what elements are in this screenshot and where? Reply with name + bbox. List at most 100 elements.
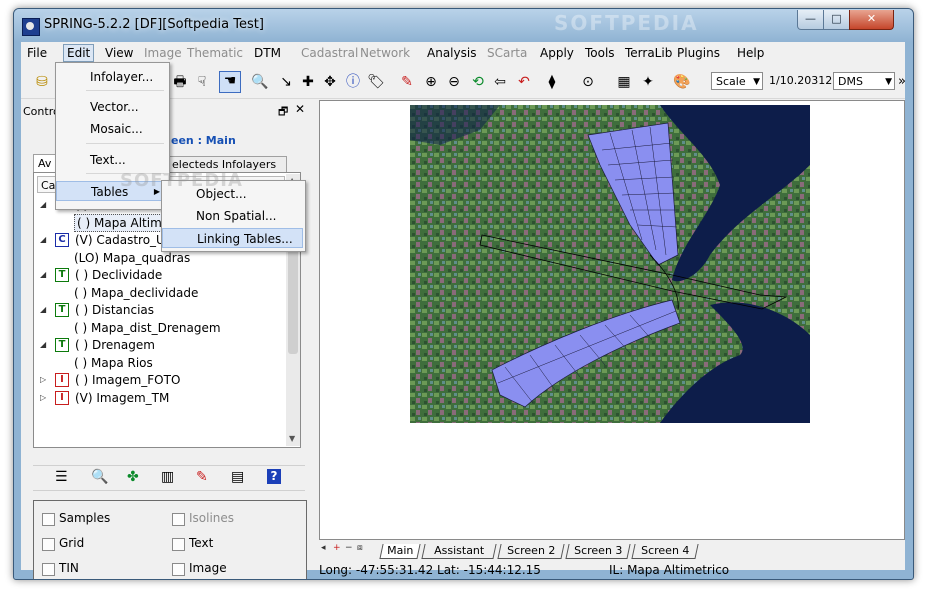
print-icon[interactable]: 🖶 xyxy=(171,73,189,91)
tab-assistant[interactable]: Assistant xyxy=(421,544,497,559)
display-options: Samples Isolines Grid Text TIN Image xyxy=(33,500,307,579)
expander-icon[interactable]: ◢ xyxy=(40,267,46,283)
tab-main[interactable]: Main xyxy=(379,544,421,559)
expander-icon[interactable]: ▷ xyxy=(40,372,46,388)
scroll-down-icon[interactable]: ▼ xyxy=(289,434,295,443)
tree-item[interactable]: ( ) Mapa_dist_Drenagem xyxy=(34,320,284,336)
float-panel-icon[interactable]: 🗗 xyxy=(278,103,288,122)
back-icon[interactable]: ⇦ xyxy=(491,73,509,91)
menu-network[interactable]: Network xyxy=(360,45,410,61)
table-icon[interactable]: ▤ xyxy=(231,469,244,485)
status-active-layer: IL: Mapa Altimetrico xyxy=(609,563,730,577)
menu-item-text[interactable]: Text... xyxy=(56,150,167,170)
checkbox-grid[interactable] xyxy=(42,538,55,551)
submenu-item-nonspatial[interactable]: Non Spatial... xyxy=(162,206,303,226)
measure-icon[interactable]: ⊙ xyxy=(579,73,597,91)
menu-cadastral[interactable]: Cadastral xyxy=(301,45,358,61)
menu-help[interactable]: Help xyxy=(737,45,764,61)
expander-icon[interactable]: ▷ xyxy=(40,390,46,406)
menu-item-label: Vector... xyxy=(90,100,139,114)
screen-list-icon[interactable]: ⧈ xyxy=(357,543,363,553)
tree-item-label: (V) Cadastro_U xyxy=(75,233,165,247)
menu-thematic[interactable]: Thematic xyxy=(187,45,243,61)
submenu-item-linkingtables[interactable]: Linking Tables... xyxy=(162,228,303,248)
zoom-in-icon[interactable]: ⊕ xyxy=(422,73,440,91)
scroll-thumb[interactable] xyxy=(288,244,298,354)
checkbox-samples[interactable] xyxy=(42,513,55,526)
tab-screen-3[interactable]: Screen 3 xyxy=(565,544,631,559)
menu-item-vector[interactable]: Vector... xyxy=(56,97,167,117)
tree-item[interactable]: ◢ T ( ) Distancias xyxy=(34,302,284,318)
menu-edit[interactable]: Edit xyxy=(63,44,95,62)
tag-icon[interactable]: 🏷 xyxy=(367,73,385,91)
menu-plugins[interactable]: Plugins xyxy=(677,45,720,61)
menu-analysis[interactable]: Analysis xyxy=(427,45,476,61)
menu-item-label: Mosaic... xyxy=(90,122,143,136)
zoom-layer-icon[interactable]: 🔍 xyxy=(91,469,108,485)
close-button[interactable]: ✕ xyxy=(849,10,894,30)
zoom-icon[interactable]: 🔍 xyxy=(251,73,269,91)
toolbar-overflow-button[interactable]: » xyxy=(898,74,906,89)
expander-icon[interactable]: ◢ xyxy=(40,197,46,213)
navigate-icon[interactable]: ⧫ xyxy=(543,73,561,91)
select-icon[interactable]: ☚ xyxy=(219,71,241,93)
menu-apply[interactable]: Apply xyxy=(540,45,574,61)
menu-terralib[interactable]: TerraLib xyxy=(625,45,672,61)
tree-item-label: (V) Imagem_TM xyxy=(75,390,170,405)
close-panel-icon[interactable]: ✕ xyxy=(295,102,305,116)
pointer-arrow-icon[interactable]: ↘ xyxy=(277,73,295,91)
scale-mode-select[interactable]: Scale ▼ xyxy=(711,72,763,90)
cursor-star-icon[interactable]: ✦ xyxy=(639,73,657,91)
list-icon[interactable]: ☰ xyxy=(55,469,68,485)
menu-tools[interactable]: Tools xyxy=(585,45,615,61)
minimize-button[interactable]: — xyxy=(797,10,824,30)
menu-scarta[interactable]: SCarta xyxy=(487,45,527,61)
tree-item[interactable]: ( ) Mapa_declividade xyxy=(34,285,284,301)
menu-view[interactable]: View xyxy=(105,45,133,61)
database-icon[interactable]: ⛁ xyxy=(33,73,51,91)
tab-screen-2[interactable]: Screen 2 xyxy=(497,544,565,559)
expander-icon[interactable]: ◢ xyxy=(40,337,46,353)
move-icon[interactable]: ✥ xyxy=(321,73,339,91)
checkbox-image[interactable] xyxy=(172,563,185,576)
map-canvas[interactable] xyxy=(319,100,905,540)
menu-dtm[interactable]: DTM xyxy=(254,45,281,61)
zoom-area-icon[interactable]: ⟲ xyxy=(469,73,487,91)
coord-format-select[interactable]: DMS ▼ xyxy=(833,72,895,90)
menu-file[interactable]: File xyxy=(27,45,47,61)
tree-item[interactable]: ◢ T ( ) Declividade xyxy=(34,267,284,283)
tree-item[interactable]: ( ) Mapa Rios xyxy=(34,355,284,371)
grid-icon[interactable]: ▦ xyxy=(615,73,633,91)
tree-item[interactable]: ◢ T ( ) Drenagem xyxy=(34,337,284,353)
remove-screen-icon[interactable]: − xyxy=(345,543,353,553)
visual-icon[interactable]: ✤ xyxy=(127,469,139,485)
expander-icon[interactable]: ◢ xyxy=(40,232,46,248)
chart-icon[interactable]: ▥ xyxy=(161,469,174,485)
menu-separator xyxy=(86,90,164,91)
undo-icon[interactable]: ↶ xyxy=(515,73,533,91)
hand-cursor-icon[interactable]: ☟ xyxy=(193,73,211,91)
menu-image[interactable]: Image xyxy=(144,45,182,61)
tree-item[interactable]: ▷ I (V) Imagem_TM xyxy=(34,390,284,406)
expander-icon[interactable]: ◢ xyxy=(40,302,46,318)
pen-icon[interactable]: ✎ xyxy=(398,73,416,91)
scale-value-field[interactable]: 1/10.203125 xyxy=(765,72,839,90)
tab-scroll-left-icon[interactable]: ◂ xyxy=(321,543,326,553)
checkbox-text[interactable] xyxy=(172,538,185,551)
tree-item[interactable]: ▷ I ( ) Imagem_FOTO xyxy=(34,372,284,388)
menu-item-infolayer[interactable]: Infolayer... xyxy=(56,67,167,87)
info-icon[interactable]: ⓘ xyxy=(344,73,362,91)
edit-icon[interactable]: ✎ xyxy=(196,469,208,485)
app-icon[interactable] xyxy=(22,18,40,36)
layer-type-icon: C xyxy=(55,233,69,247)
maximize-button[interactable]: □ xyxy=(823,10,850,30)
add-icon[interactable]: ✚ xyxy=(299,73,317,91)
checkbox-tin[interactable] xyxy=(42,563,55,576)
palette-icon[interactable]: 🎨 xyxy=(673,73,691,91)
add-screen-icon[interactable]: + xyxy=(333,543,341,553)
zoom-out-icon[interactable]: ⊖ xyxy=(445,73,463,91)
help-icon[interactable]: ? xyxy=(267,469,281,484)
tab-screen-4[interactable]: Screen 4 xyxy=(631,544,699,559)
title-bar[interactable]: SPRING-5.2.2 [DF][Softpedia Test] SOFTPE… xyxy=(14,9,913,42)
menu-item-mosaic[interactable]: Mosaic... xyxy=(56,119,167,139)
